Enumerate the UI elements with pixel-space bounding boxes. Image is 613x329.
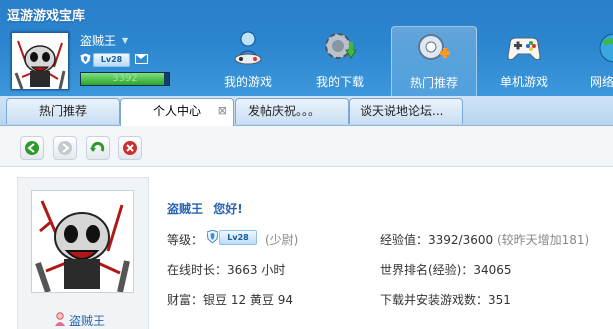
app-title: 逗游游戏宝库: [7, 9, 86, 24]
nav-my-downloads[interactable]: 我的下载: [300, 26, 380, 96]
network-globe-icon: [599, 33, 613, 63]
profile-sidebar: 盗贼王: [17, 177, 149, 329]
stop-button[interactable]: [118, 136, 142, 160]
nav-label: 热门推荐: [409, 76, 458, 90]
back-arrow-icon: [25, 141, 39, 155]
female-user-icon: [55, 312, 65, 326]
profile-avatar[interactable]: [31, 190, 134, 293]
browser-toolbar: [0, 126, 613, 167]
nav-label: 我的下载: [315, 75, 364, 89]
tab-forum[interactable]: 谈天说地论坛...: [349, 98, 463, 124]
tab-hot-recommend[interactable]: 热门推荐: [6, 98, 120, 124]
tab-label: 发帖庆祝。。。: [248, 104, 321, 118]
shield-icon: [207, 230, 218, 243]
experience-value: 3392: [112, 73, 138, 84]
installed-games-count: 下载并安装游戏数：351: [380, 293, 511, 307]
level-badge: Lv28: [219, 230, 257, 245]
user-avatar[interactable]: [11, 32, 69, 90]
tab-label: 个人中心: [152, 104, 201, 118]
nav-single-player-games[interactable]: 单机游戏: [484, 26, 564, 96]
nav-label: 单机游戏: [499, 75, 548, 89]
avatar-image: [12, 33, 68, 90]
experience-bar: 3392: [80, 72, 170, 86]
level-title: (少尉): [265, 233, 299, 247]
avatar-image: [32, 191, 133, 293]
experience-note: (较昨天增加181): [496, 233, 590, 247]
online-duration: 在线时长：3663 小时: [167, 263, 286, 277]
back-button[interactable]: [20, 136, 44, 160]
gamepad-icon: [507, 37, 541, 61]
greeting-name[interactable]: 盗贼王: [167, 202, 203, 216]
nav-online-games[interactable]: 网络: [576, 26, 613, 96]
forward-arrow-icon: [58, 141, 72, 155]
username[interactable]: 盗贼王: [80, 32, 116, 49]
tab-label: 热门推荐: [38, 104, 87, 118]
refresh-button[interactable]: [86, 136, 110, 160]
gear-download-icon: [325, 33, 357, 59]
level-label: 等级：: [167, 233, 204, 247]
greeting: 盗贼王 您好!: [167, 200, 243, 217]
nav-hot-recommend[interactable]: 热门推荐: [391, 26, 477, 97]
level-badge: Lv28: [93, 53, 130, 67]
person-controller-icon: [234, 31, 262, 65]
wealth: 财富：银豆 12 黄豆 94: [167, 293, 293, 307]
tab-bar: 热门推荐 个人中心 ⊠ 发帖庆祝。。。 谈天说地论坛...: [0, 96, 613, 126]
nav-label: 我的游戏: [223, 75, 272, 89]
shield-icon: [80, 53, 91, 65]
tab-personal-center[interactable]: 个人中心 ⊠: [120, 98, 234, 126]
tab-celebration-post[interactable]: 发帖庆祝。。。: [235, 98, 349, 124]
stop-icon: [123, 141, 137, 155]
experience-label: 经验值：3392/3600 (较昨天增加181): [380, 231, 589, 248]
hot-recommend-icon: [418, 34, 450, 60]
refresh-icon: [90, 141, 105, 152]
greeting-suffix: 您好!: [213, 202, 243, 216]
experience-value-text: 经验值：3392/3600: [380, 233, 494, 247]
app-header: 逗游游戏宝库 盗贼王 ▼ Lv28 3392 我的游戏 我的下载 热门推荐 单机…: [0, 0, 613, 97]
nav-my-games[interactable]: 我的游戏: [208, 26, 288, 96]
profile-name-link[interactable]: 盗贼王: [69, 312, 105, 329]
nav-label: 网络: [590, 75, 613, 89]
close-icon[interactable]: ⊠: [218, 99, 227, 123]
tab-label: 谈天说地论坛...: [360, 104, 444, 118]
forward-button[interactable]: [53, 136, 77, 160]
chevron-down-icon[interactable]: ▼: [122, 36, 128, 45]
mail-icon[interactable]: [135, 54, 148, 64]
personal-center-content: 盗贼王 盗贼王 您好! 等级： Lv28 (少尉) 经验值：3392/3600 …: [0, 167, 613, 329]
world-rank: 世界排名(经验)：34065: [380, 263, 512, 277]
